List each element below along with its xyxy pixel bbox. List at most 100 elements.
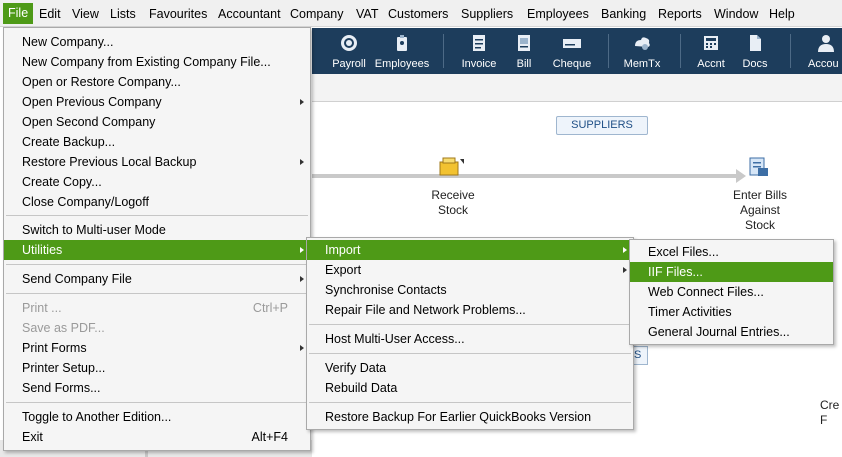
menu-item-label: Send Company File — [22, 272, 132, 286]
menu-file[interactable]: File — [3, 3, 34, 24]
workflow-arrow-icon — [736, 169, 746, 183]
menu-item-label: Utilities — [22, 243, 63, 257]
menu-edit[interactable]: Edit — [39, 6, 61, 22]
payroll-button[interactable]: Payroll — [328, 28, 370, 74]
account-label: Accou — [808, 58, 839, 70]
bill-label: Bill — [516, 58, 532, 70]
menu-item-excel-files[interactable]: Excel Files... — [630, 242, 833, 262]
menu-separator — [6, 402, 308, 403]
menu-window[interactable]: Window — [714, 6, 758, 22]
memtx-button[interactable]: MemTx — [620, 28, 664, 74]
menu-bar: File Edit View Lists Favourites Accounta… — [0, 0, 842, 27]
menu-item-send-company-file[interactable]: Send Company File — [4, 269, 310, 289]
menu-item-switch-multiuser[interactable]: Switch to Multi-user Mode — [4, 220, 310, 240]
menu-item-iif-files[interactable]: IIF Files... — [630, 262, 833, 282]
menu-item-label: Exit — [22, 430, 43, 444]
menu-view[interactable]: View — [72, 6, 99, 22]
menu-item-timer-activities[interactable]: Timer Activities — [630, 302, 833, 322]
menu-item-web-connect-files[interactable]: Web Connect Files... — [630, 282, 833, 302]
menu-separator — [6, 293, 308, 294]
menu-item-create-backup[interactable]: Create Backup... — [4, 132, 310, 152]
menu-item-utilities[interactable]: Utilities — [4, 240, 310, 260]
menu-item-verify-data[interactable]: Verify Data — [307, 358, 633, 378]
enter-bills-label[interactable]: Enter Bills Against Stock — [720, 188, 800, 233]
shortcut-print: Ctrl+P — [252, 301, 288, 315]
payroll-label: Payroll — [332, 58, 366, 70]
utilities-submenu: Import Export Synchronise Contacts Repai… — [306, 237, 634, 430]
employees-button[interactable]: Employees — [374, 28, 430, 74]
menu-separator — [6, 215, 308, 216]
submenu-arrow-icon — [623, 267, 627, 273]
cheque-icon — [563, 39, 581, 48]
menu-item-exit[interactable]: Exit Alt+F4 — [4, 427, 310, 447]
invoice-label: Invoice — [461, 58, 497, 70]
receive-stock-label[interactable]: Receive Stock — [418, 188, 488, 218]
menu-item-restore-previous-backup[interactable]: Restore Previous Local Backup — [4, 152, 310, 172]
menu-item-close-company[interactable]: Close Company/Logoff — [4, 192, 310, 212]
menu-item-new-company[interactable]: New Company... — [4, 32, 310, 52]
user-icon — [818, 35, 834, 52]
menu-item-repair-file[interactable]: Repair File and Network Problems... — [307, 300, 633, 320]
menu-separator — [309, 402, 631, 403]
menu-item-new-company-from-existing[interactable]: New Company from Existing Company File..… — [4, 52, 310, 72]
menu-item-print-forms[interactable]: Print Forms — [4, 338, 310, 358]
menu-item-general-journal-entries[interactable]: General Journal Entries... — [630, 322, 833, 342]
docs-label: Docs — [742, 58, 768, 70]
open-windows-bar — [312, 74, 842, 102]
menu-item-label: Print Forms — [22, 341, 87, 355]
menu-item-rebuild-data[interactable]: Rebuild Data — [307, 378, 633, 398]
import-submenu: Excel Files... IIF Files... Web Connect … — [629, 239, 834, 345]
accnt-button[interactable]: Accnt — [692, 28, 730, 74]
menu-item-send-forms[interactable]: Send Forms... — [4, 378, 310, 398]
invoice-button[interactable]: Invoice — [458, 28, 500, 74]
toolbar-separator — [790, 34, 791, 68]
menu-employees[interactable]: Employees — [527, 6, 589, 22]
menu-vat[interactable]: VAT — [356, 6, 378, 22]
menu-item-toggle-edition[interactable]: Toggle to Another Edition... — [4, 407, 310, 427]
submenu-arrow-icon — [300, 159, 304, 165]
memtx-label: MemTx — [623, 58, 661, 70]
invoice-icon — [473, 35, 485, 51]
menu-item-open-restore[interactable]: Open or Restore Company... — [4, 72, 310, 92]
workflow-line — [312, 174, 742, 178]
shortcut-exit: Alt+F4 — [251, 430, 288, 444]
memorised-transaction-icon — [635, 37, 650, 50]
partial-node-label[interactable]: Cre F — [820, 398, 842, 428]
menu-item-open-second[interactable]: Open Second Company — [4, 112, 310, 132]
bill-button[interactable]: Bill — [508, 28, 540, 74]
toolbar-separator — [608, 34, 609, 68]
menu-item-create-copy[interactable]: Create Copy... — [4, 172, 310, 192]
menu-item-host-multiuser[interactable]: Host Multi-User Access... — [307, 329, 633, 349]
menu-lists[interactable]: Lists — [110, 6, 136, 22]
menu-banking[interactable]: Banking — [601, 6, 646, 22]
document-icon — [750, 35, 761, 51]
menu-accountant[interactable]: Accountant — [218, 6, 281, 22]
menu-item-label: Open Previous Company — [22, 95, 162, 109]
menu-suppliers[interactable]: Suppliers — [461, 6, 513, 22]
menu-item-synchronise-contacts[interactable]: Synchronise Contacts — [307, 280, 633, 300]
menu-item-export[interactable]: Export — [307, 260, 633, 280]
menu-item-restore-backup-earlier[interactable]: Restore Backup For Earlier QuickBooks Ve… — [307, 407, 633, 427]
menu-item-open-previous[interactable]: Open Previous Company — [4, 92, 310, 112]
cheque-button[interactable]: Cheque — [548, 28, 596, 74]
account-button[interactable]: Accou — [806, 28, 842, 74]
suppliers-section-tag: SUPPLIERS — [556, 116, 648, 135]
menu-help[interactable]: Help — [769, 6, 795, 22]
menu-company[interactable]: Company — [290, 6, 344, 22]
docs-button[interactable]: Docs — [738, 28, 772, 74]
menu-item-label: Restore Previous Local Backup — [22, 155, 197, 169]
menu-customers[interactable]: Customers — [388, 6, 448, 22]
enter-bills-icon[interactable] — [746, 156, 772, 178]
bill-icon — [518, 35, 530, 51]
menu-item-label: Export — [325, 263, 362, 277]
receive-stock-icon[interactable] — [438, 156, 464, 178]
menu-item-printer-setup[interactable]: Printer Setup... — [4, 358, 310, 378]
menu-reports[interactable]: Reports — [658, 6, 702, 22]
cheque-label: Cheque — [552, 58, 592, 70]
menu-separator — [309, 353, 631, 354]
toolbar-separator — [680, 34, 681, 68]
menu-favourites[interactable]: Favourites — [149, 6, 207, 22]
calculator-icon — [704, 36, 718, 50]
menu-item-import[interactable]: Import — [307, 240, 633, 260]
menu-separator — [6, 264, 308, 265]
